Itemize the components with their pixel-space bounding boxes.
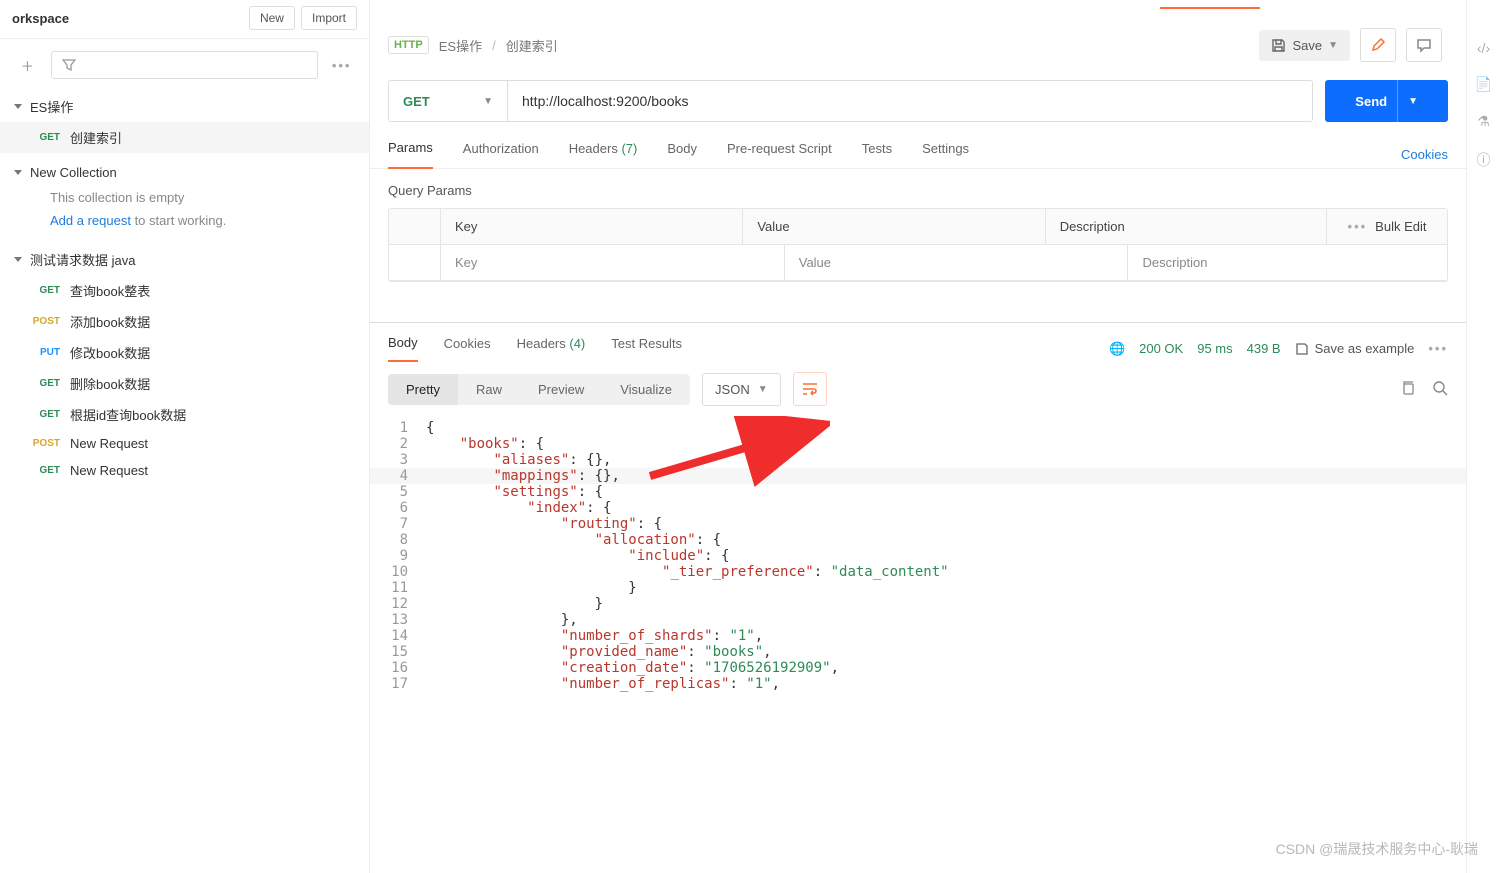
save-icon	[1271, 38, 1286, 53]
collection-new[interactable]: New Collection	[0, 159, 369, 186]
empty-text: This collection is empty	[0, 186, 369, 209]
breadcrumb[interactable]: ES操作	[439, 36, 482, 55]
info-icon[interactable]: ⓘ	[1477, 150, 1491, 170]
request-item[interactable]: GET根据id查询book数据	[0, 399, 369, 430]
status-badge: 200 OK	[1139, 341, 1183, 356]
view-pretty[interactable]: Pretty	[388, 374, 458, 405]
more-icon[interactable]: •••	[328, 51, 355, 79]
add-request-link[interactable]: Add a request	[50, 213, 131, 228]
search-icon[interactable]	[1432, 380, 1448, 399]
edit-icon[interactable]	[1360, 28, 1396, 62]
view-preview[interactable]: Preview	[520, 374, 602, 405]
workspace-title: orkspace	[12, 11, 69, 26]
save-example-button[interactable]: Save as example	[1295, 341, 1415, 356]
breadcrumb[interactable]: 创建索引	[506, 36, 558, 55]
watermark: CSDN @瑞晟技术服务中心-耿瑞	[1276, 839, 1478, 859]
resp-tab-cookies[interactable]: Cookies	[444, 336, 491, 361]
copy-icon[interactable]	[1400, 380, 1416, 399]
chevron-down-icon[interactable]: ▼	[1328, 40, 1338, 51]
add-icon[interactable]: ＋	[14, 51, 41, 79]
http-badge: HTTP	[388, 36, 429, 54]
tab-settings[interactable]: Settings	[922, 141, 969, 168]
request-item[interactable]: GET删除book数据	[0, 368, 369, 399]
import-button[interactable]: Import	[301, 6, 357, 30]
url-input[interactable]	[508, 80, 1313, 122]
method-selector[interactable]: GET▼	[388, 80, 508, 122]
tab-headers[interactable]: Headers (7)	[569, 141, 638, 168]
cookies-link[interactable]: Cookies	[1401, 147, 1448, 162]
globe-icon[interactable]: 🌐	[1109, 341, 1125, 357]
tab-body[interactable]: Body	[667, 141, 697, 168]
tab-tests[interactable]: Tests	[862, 141, 892, 168]
save-button[interactable]: Save ▼	[1259, 30, 1350, 61]
time-badge: 95 ms	[1197, 341, 1232, 356]
value-input[interactable]: Value	[785, 245, 1129, 281]
tab-auth[interactable]: Authorization	[463, 141, 539, 168]
collection-test[interactable]: 测试请求数据 java	[0, 244, 369, 275]
view-segment: Pretty Raw Preview Visualize	[388, 374, 690, 405]
right-rail: ‹/› 📄 ⚗ ⓘ	[1466, 0, 1500, 873]
chevron-down-icon	[14, 257, 22, 262]
chevron-down-icon	[14, 170, 22, 175]
flask-icon[interactable]: ⚗	[1477, 113, 1490, 130]
request-item[interactable]: GET创建索引	[0, 122, 369, 153]
new-button[interactable]: New	[249, 6, 295, 30]
send-button[interactable]: Send▼	[1325, 80, 1448, 122]
chevron-down-icon: ▼	[1397, 80, 1418, 122]
tab-params[interactable]: Params	[388, 140, 433, 169]
collection-es[interactable]: ES操作	[0, 91, 369, 122]
request-item[interactable]: GETNew Request	[0, 457, 369, 484]
resp-tab-tests[interactable]: Test Results	[611, 336, 682, 361]
request-item[interactable]: POST添加book数据	[0, 306, 369, 337]
key-input[interactable]: Key	[441, 245, 785, 281]
query-params-title: Query Params	[370, 169, 1466, 198]
code-icon[interactable]: ‹/›	[1477, 40, 1490, 56]
bulk-edit-link[interactable]: Bulk Edit	[1375, 219, 1426, 234]
wrap-icon[interactable]	[793, 372, 827, 406]
tab-prereq[interactable]: Pre-request Script	[727, 141, 832, 168]
desc-input[interactable]: Description	[1128, 245, 1447, 281]
params-table: Key Value Description •••Bulk Edit Key V…	[388, 208, 1448, 282]
resp-tab-headers[interactable]: Headers (4)	[517, 336, 586, 361]
request-item[interactable]: PUT修改book数据	[0, 337, 369, 368]
resp-tab-body[interactable]: Body	[388, 335, 418, 362]
doc-icon[interactable]: 📄	[1475, 76, 1492, 93]
chevron-down-icon	[14, 104, 22, 109]
more-icon[interactable]: •••	[1428, 341, 1448, 356]
response-body[interactable]: 1{2 "books": {3 "aliases": {},4 "mapping…	[370, 416, 1466, 712]
view-raw[interactable]: Raw	[458, 374, 520, 405]
filter-input[interactable]	[51, 51, 319, 79]
format-selector[interactable]: JSON▼	[702, 373, 781, 406]
comment-icon[interactable]	[1406, 28, 1442, 62]
more-icon[interactable]: •••	[1348, 219, 1368, 234]
request-item[interactable]: GET查询book整表	[0, 275, 369, 306]
save-icon	[1295, 342, 1309, 356]
size-badge: 439 B	[1247, 341, 1281, 356]
view-visualize[interactable]: Visualize	[602, 374, 690, 405]
request-item[interactable]: POSTNew Request	[0, 430, 369, 457]
